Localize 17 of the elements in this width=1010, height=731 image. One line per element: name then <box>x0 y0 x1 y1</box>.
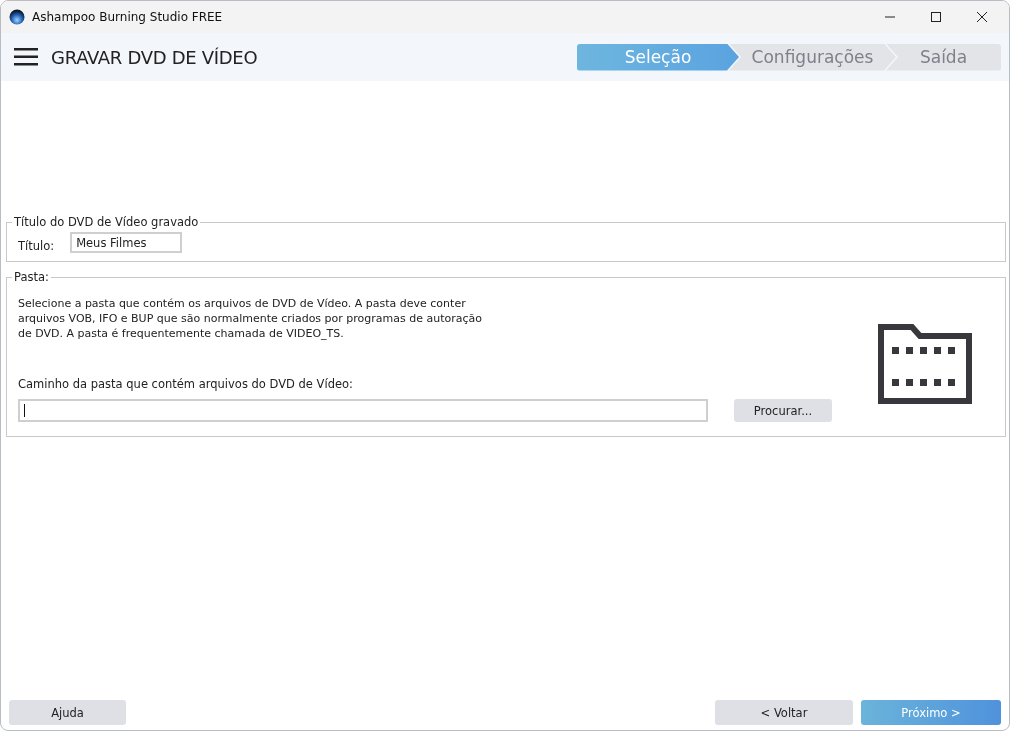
field-label: Caminho da pasta que contém arquivos do DVD de Vídeo: <box>18 377 354 391</box>
wizard-button[interactable]: < Voltar <box>715 700 853 725</box>
field-label: Título: <box>18 238 55 253</box>
film-folder-icon <box>878 324 972 404</box>
app-logo-icon <box>9 9 25 25</box>
group-title: Título do DVD de Vídeo gravado <box>13 215 200 229</box>
window-title: Ashampoo Burning Studio FREE <box>32 10 223 24</box>
page-title: GRAVAR DVD DE VÍDEO <box>51 46 258 68</box>
browse-button[interactable]: Procurar... <box>734 399 832 422</box>
close-icon[interactable] <box>977 12 987 22</box>
path-input[interactable] <box>18 399 708 422</box>
wizard-button[interactable]: Ajuda <box>9 700 126 725</box>
group-title: Pasta: <box>13 270 50 284</box>
maximize-icon[interactable] <box>931 12 941 22</box>
description-text: Selecione a pasta que contém os arquivos de DVD de Vídeo. A pasta deve conter arquivos VOB, IFO e BUP que são normalmente criados por programas de autoração de DVD. A pasta é frequentemente chamada de VIDEO_TS. <box>18 296 484 341</box>
menu-icon[interactable] <box>14 48 38 66</box>
title-input[interactable]: Meus Filmes <box>70 232 183 253</box>
